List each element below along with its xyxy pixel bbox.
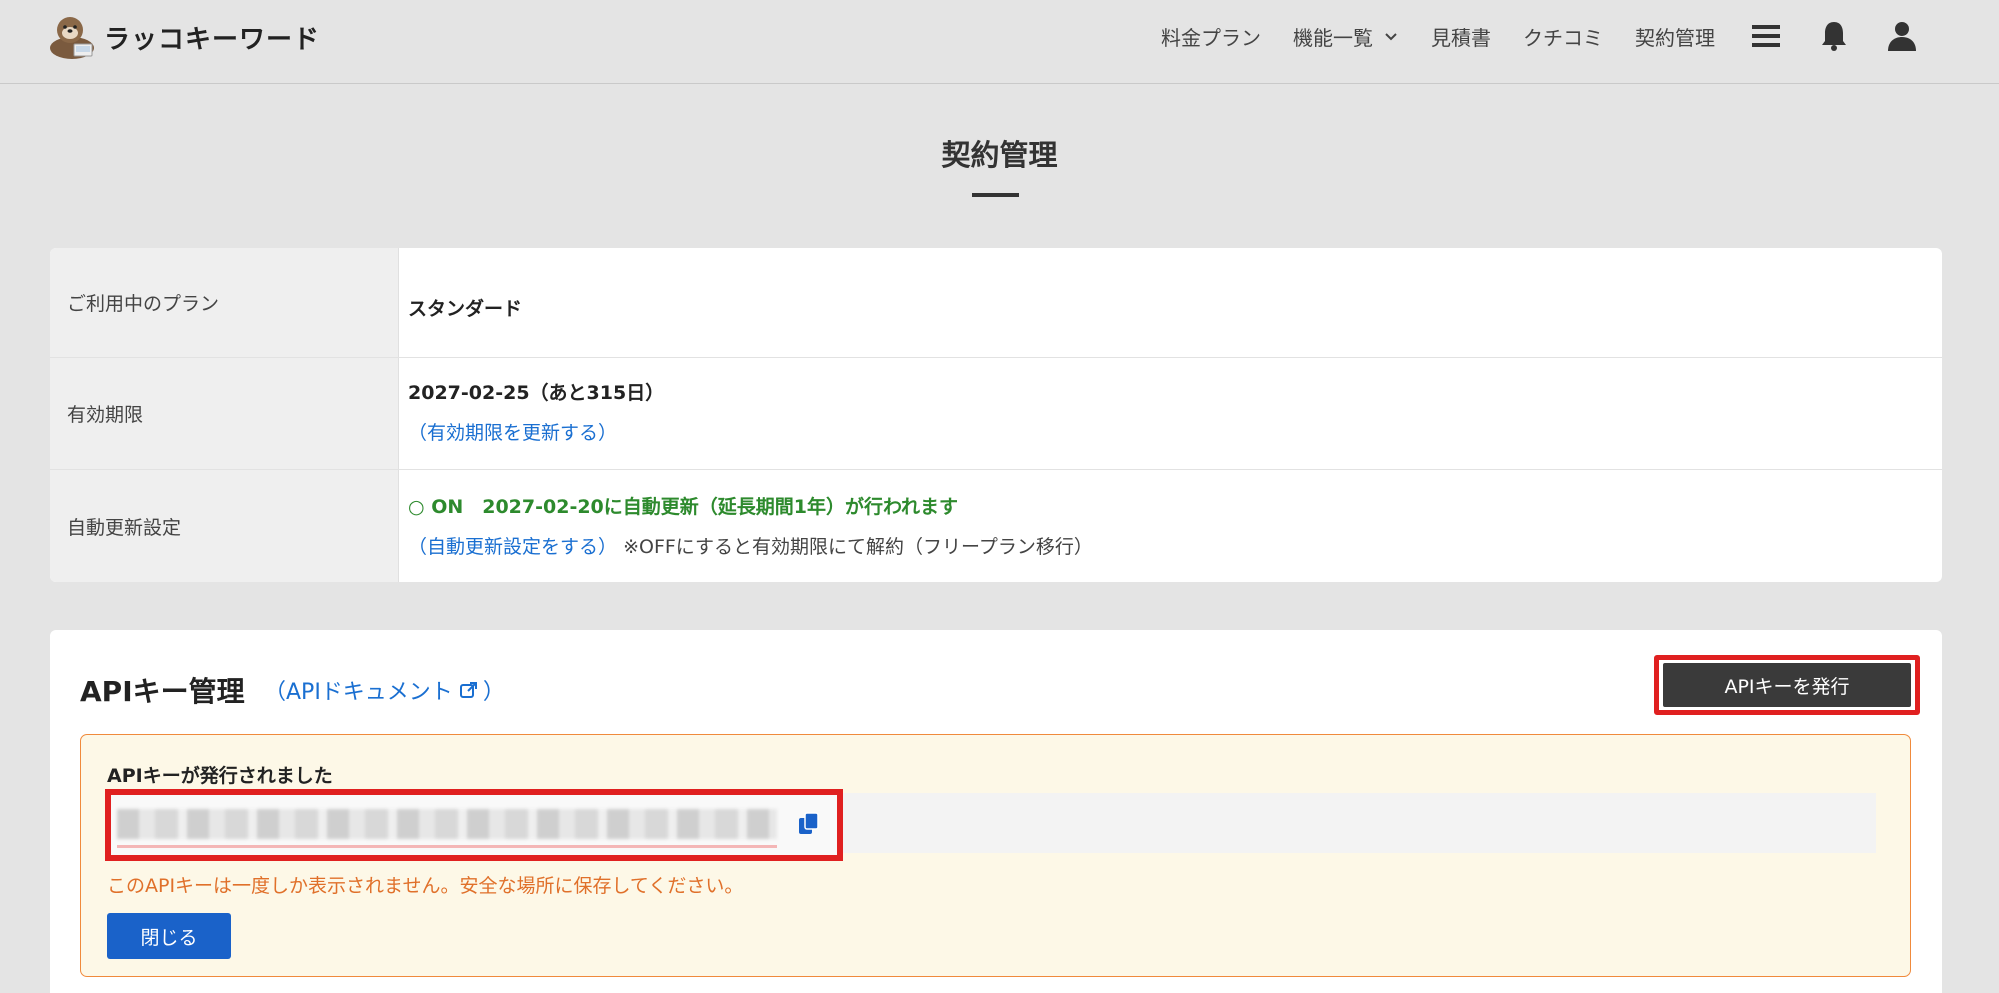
api-key-issued-notice: APIキーが発行されました このAPIキーは一度しか表示されません。安全な場所に… [80, 734, 1911, 977]
logo[interactable]: ラッコキーワード [48, 14, 320, 60]
title-underline [972, 193, 1019, 197]
external-link-icon [459, 682, 477, 698]
issue-api-key-button[interactable]: APIキーを発行 [1663, 663, 1911, 707]
main-nav: 料金プラン 機能一覧 見積書 クチコミ 契約管理 [1161, 14, 1919, 58]
nav-reviews[interactable]: クチコミ [1523, 22, 1603, 51]
expiry-label: 有効期限 [50, 358, 399, 469]
renew-expiry-link[interactable]: （有効期限を更新する） [408, 418, 617, 445]
issue-button-highlight: APIキーを発行 [1654, 655, 1920, 715]
expiry-value: 2027-02-25（あと315日） [408, 382, 665, 404]
logo-text: ラッコキーワード [104, 24, 321, 55]
api-doc-link-close: ） [482, 680, 505, 705]
api-key-warning: このAPIキーは一度しか表示されません。安全な場所に保存してください。 [107, 875, 744, 897]
plan-value: スタンダード [408, 298, 523, 320]
api-key-card: APIキー管理 （APIドキュメント ） APIキーを発行 APIキーが発行され… [50, 630, 1942, 993]
chevron-down-icon [1385, 33, 1397, 41]
contract-table: ご利用中のプラン スタンダード 有効期限 2027-02-25（あと315日） … [50, 248, 1942, 582]
nav-estimate[interactable]: 見積書 [1431, 22, 1491, 51]
notice-title: APIキーが発行されました [107, 765, 333, 787]
auto-renew-line: （自動更新設定をする） ※OFFにすると有効期限にて解約（フリープラン移行） [408, 532, 1093, 559]
auto-renew-setting-link[interactable]: （自動更新設定をする） [408, 536, 617, 558]
auto-renew-cell: ○ ON 2027-02-20に自動更新（延長期間1年）が行われます （自動更新… [408, 470, 1942, 582]
row-auto-renew: 自動更新設定 ○ ON 2027-02-20に自動更新（延長期間1年）が行われま… [50, 470, 1942, 582]
nav-features-label: 機能一覧 [1293, 25, 1373, 50]
bell-icon[interactable] [1817, 19, 1851, 53]
top-header: ラッコキーワード 料金プラン 機能一覧 見積書 クチコミ 契約管理 [0, 0, 1999, 84]
api-key-highlight [105, 789, 843, 861]
user-icon[interactable] [1885, 19, 1919, 53]
plan-label: ご利用中のプラン [50, 248, 399, 357]
nav-features[interactable]: 機能一覧 [1293, 22, 1399, 51]
row-expiry: 有効期限 2027-02-25（あと315日） （有効期限を更新する） [50, 358, 1942, 470]
api-key-value-redacted [117, 809, 777, 839]
api-doc-link[interactable]: （APIドキュメント ） [264, 674, 505, 706]
api-doc-link-label: （APIドキュメント [264, 680, 453, 705]
sea-otter-mascot-icon [50, 17, 94, 59]
nav-pricing[interactable]: 料金プラン [1161, 22, 1261, 51]
close-button[interactable]: 閉じる [107, 913, 231, 959]
row-plan: ご利用中のプラン スタンダード [50, 248, 1942, 358]
plan-cell: スタンダード [408, 248, 1942, 357]
copy-icon[interactable] [797, 811, 821, 837]
page-title: 契約管理 [941, 138, 1058, 172]
auto-renew-note: ※OFFにすると有効期限にて解約（フリープラン移行） [623, 536, 1093, 558]
api-key-title: APIキー管理 [80, 675, 245, 708]
expiry-cell: 2027-02-25（あと315日） （有効期限を更新する） [408, 358, 1942, 469]
menu-icon[interactable] [1749, 19, 1783, 53]
auto-renew-status: ○ ON 2027-02-20に自動更新（延長期間1年）が行われます [408, 496, 959, 518]
auto-renew-label: 自動更新設定 [50, 470, 399, 582]
nav-contract[interactable]: 契約管理 [1635, 22, 1715, 51]
api-key-underline [117, 845, 777, 848]
